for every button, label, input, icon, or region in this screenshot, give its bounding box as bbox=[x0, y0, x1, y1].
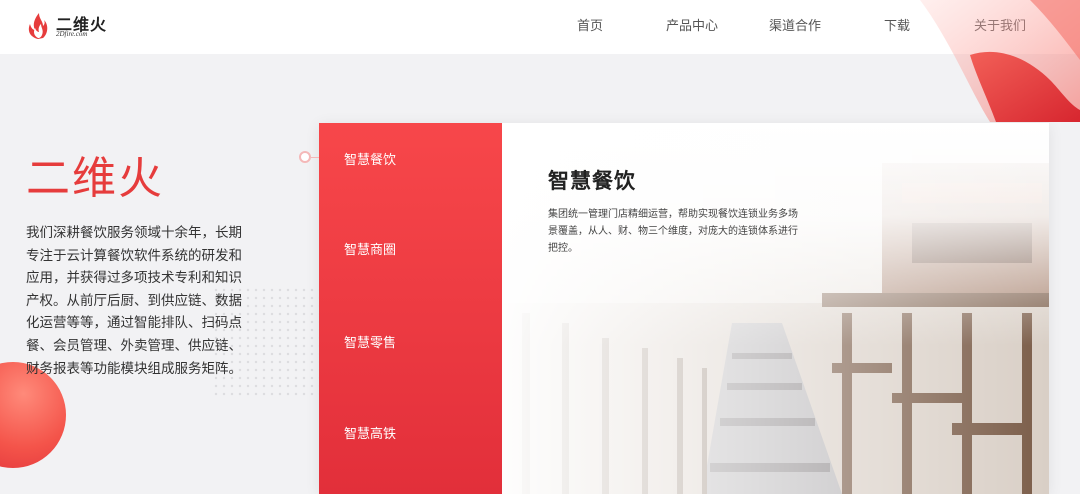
nav-item-download[interactable]: 下载 bbox=[884, 15, 910, 34]
solutions-tab-list: 智慧餐饮 智慧商圈 智慧零售 智慧高铁 bbox=[319, 123, 502, 494]
panel-description: 集团统一管理门店精细运营，帮助实现餐饮连锁业务多场景覆盖，从人、财、物三个维度，… bbox=[548, 209, 798, 254]
active-tab-connector bbox=[311, 157, 319, 158]
hero-description: 我们深耕餐饮服务领域十余年，长期专注于云计算餐饮软件系统的研发和应用，并获得过多… bbox=[26, 225, 242, 377]
tab-smart-railway[interactable]: 智慧高铁 bbox=[344, 423, 396, 442]
nav-item-about[interactable]: 关于我们 bbox=[974, 15, 1026, 34]
solutions-card: 智慧餐饮 智慧商圈 智慧零售 智慧高铁 智慧餐饮 集团统一管理门店精细运营，帮助… bbox=[319, 123, 1049, 494]
flame-logo-icon bbox=[28, 13, 48, 39]
hero-title: 二维火 bbox=[26, 153, 164, 204]
panel-title: 智慧餐饮 bbox=[548, 169, 636, 193]
tab-smart-catering[interactable]: 智慧餐饮 bbox=[344, 149, 396, 168]
nav-item-channels[interactable]: 渠道合作 bbox=[769, 15, 821, 34]
nav-item-home[interactable]: 首页 bbox=[577, 15, 603, 34]
tab-smart-business-district[interactable]: 智慧商圈 bbox=[344, 239, 396, 258]
brand-logo[interactable]: 二维火 2Dfire.com bbox=[26, 10, 116, 44]
brand-domain: 2Dfire.com bbox=[56, 30, 88, 38]
tab-smart-retail[interactable]: 智慧零售 bbox=[344, 332, 396, 351]
active-tab-indicator bbox=[299, 151, 311, 163]
top-header: 二维火 2Dfire.com 首页 产品中心 渠道合作 下载 关于我们 bbox=[0, 0, 1080, 54]
nav-item-products[interactable]: 产品中心 bbox=[666, 15, 718, 34]
solution-detail-panel: 智慧餐饮 集团统一管理门店精细运营，帮助实现餐饮连锁业务多场景覆盖，从人、财、物… bbox=[502, 123, 1049, 494]
